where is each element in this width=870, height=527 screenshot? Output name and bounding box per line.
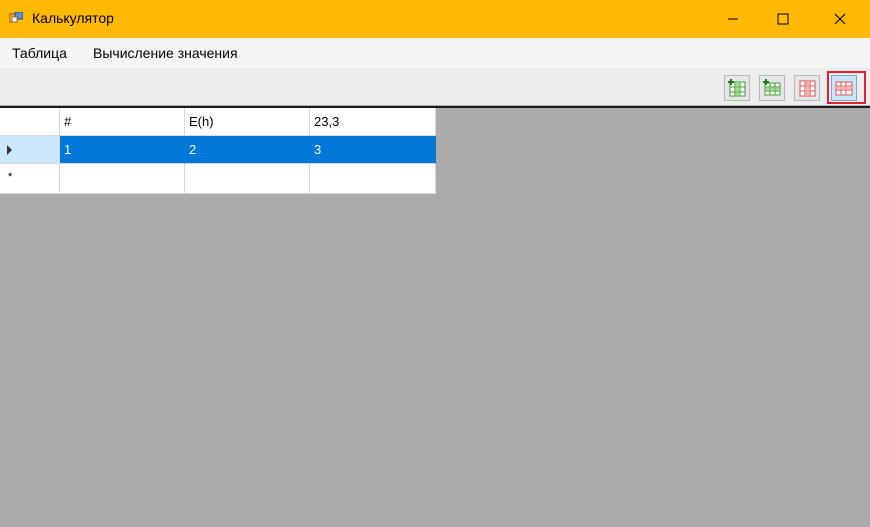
add-column-button[interactable]: [724, 75, 750, 101]
delete-column-button[interactable]: [794, 75, 820, 101]
menu-item-calculate-value[interactable]: Вычисление значения: [93, 45, 238, 61]
table-cell[interactable]: 1: [60, 136, 185, 164]
column-header[interactable]: 23,3: [310, 108, 436, 136]
menu-bar: Таблица Вычисление значения: [0, 38, 870, 68]
add-row-icon: [763, 79, 781, 96]
maximize-icon: [777, 13, 789, 25]
close-button[interactable]: [817, 0, 863, 38]
column-header[interactable]: E(h): [185, 108, 310, 136]
toolbar: [0, 68, 870, 106]
window-title: Калькулятор: [32, 10, 114, 26]
new-row-marker[interactable]: *: [0, 164, 60, 194]
maximize-button[interactable]: [760, 0, 806, 38]
title-bar: Калькулятор: [0, 0, 870, 38]
current-row-arrow-icon: [7, 145, 12, 155]
delete-column-icon: [799, 80, 816, 97]
row-header[interactable]: [0, 136, 60, 164]
table-cell[interactable]: 2: [185, 136, 310, 164]
add-row-button[interactable]: [759, 75, 785, 101]
delete-row-icon: [835, 81, 853, 96]
add-column-icon: [728, 79, 746, 97]
grid-corner-header[interactable]: [0, 108, 60, 136]
app-window-icon: [9, 12, 23, 23]
menu-item-table[interactable]: Таблица: [12, 45, 67, 61]
table-cell[interactable]: [60, 164, 185, 194]
table-cell[interactable]: 3: [310, 136, 436, 164]
table-cell[interactable]: [310, 164, 436, 194]
column-header[interactable]: #: [60, 108, 185, 136]
minimize-icon: [728, 18, 738, 20]
delete-row-button[interactable]: [831, 75, 857, 101]
table-cell[interactable]: [185, 164, 310, 194]
minimize-button[interactable]: [710, 0, 756, 38]
close-icon: [834, 13, 846, 25]
